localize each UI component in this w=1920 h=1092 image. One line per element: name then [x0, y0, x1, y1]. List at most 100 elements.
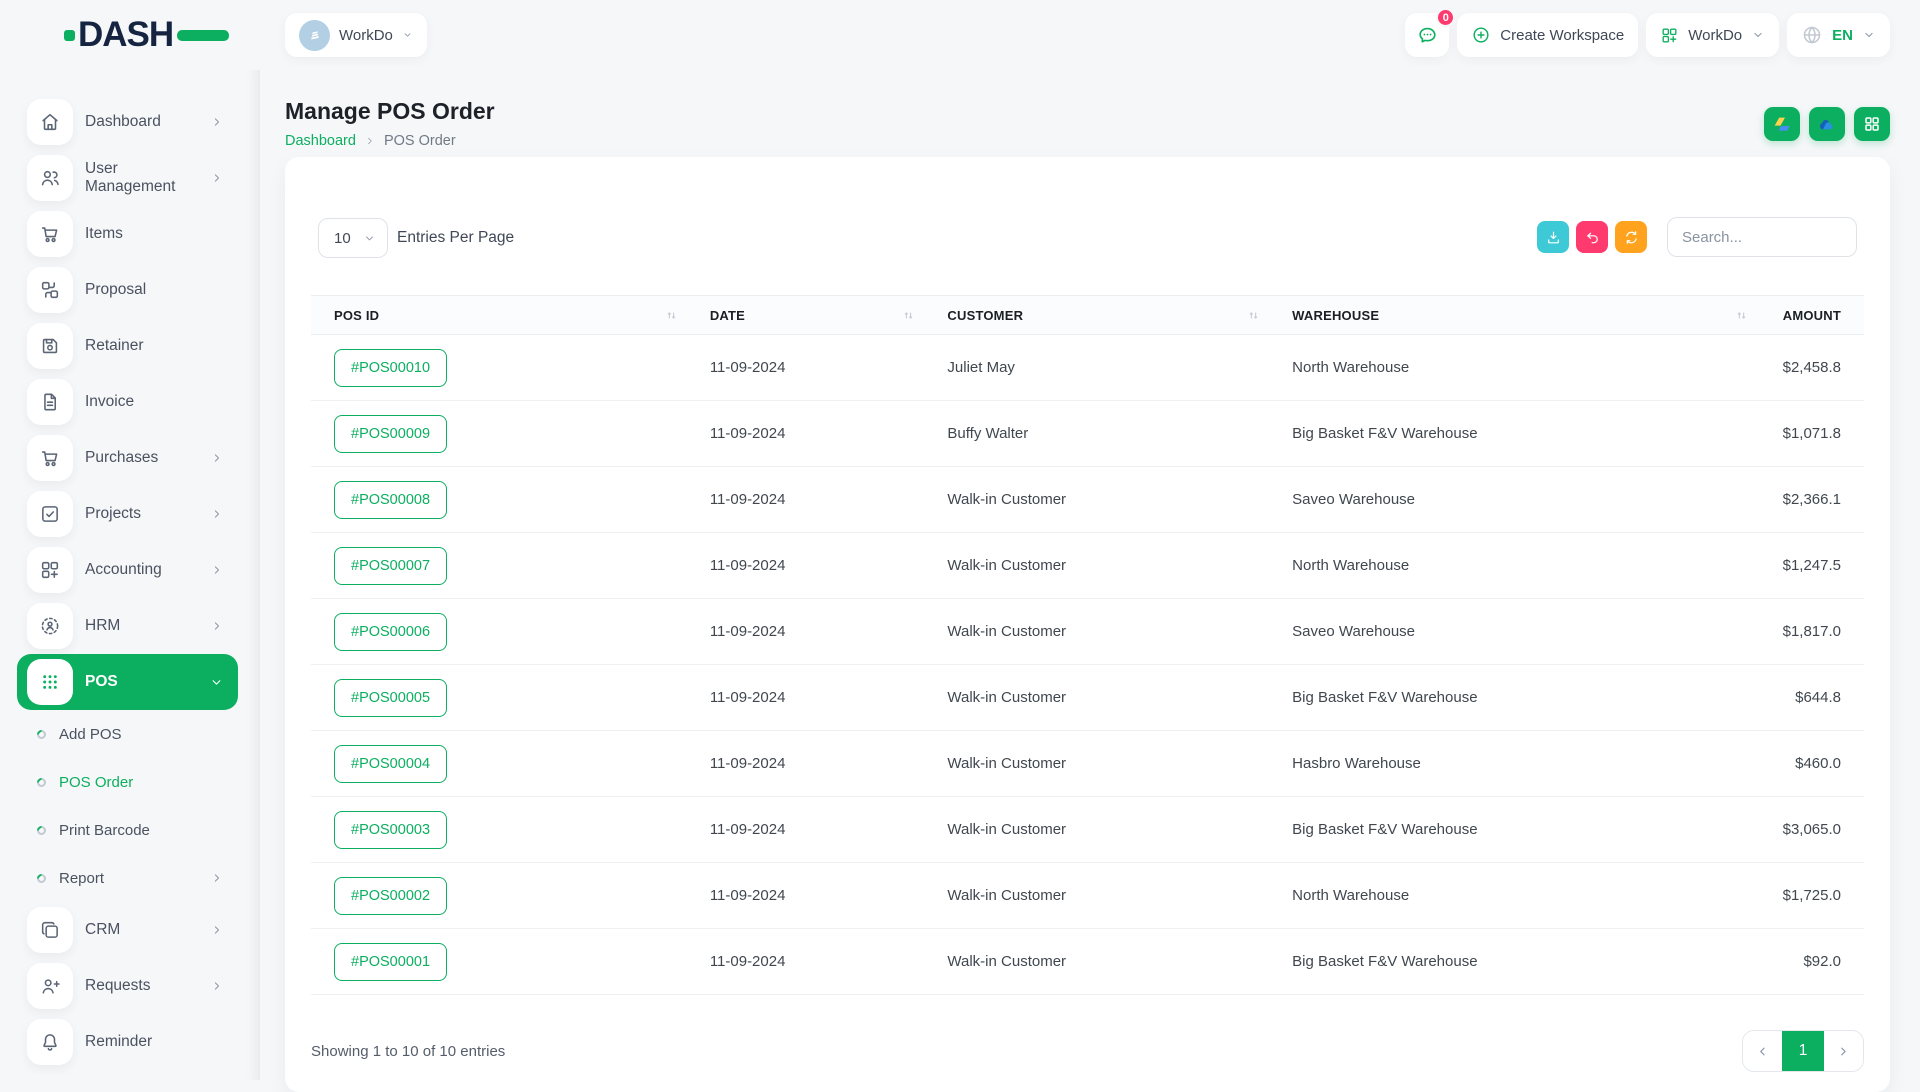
pos-id-cell: #POS00002	[311, 877, 687, 915]
user-plus-icon	[27, 963, 73, 1009]
chat-icon	[1416, 24, 1439, 47]
sidebar-item-invoice[interactable]: Invoice	[17, 374, 238, 430]
chevron-down-icon	[363, 232, 376, 245]
pos-id-cell: #POS00003	[311, 811, 687, 849]
pos-id-badge[interactable]: #POS00006	[334, 613, 447, 651]
pagination-next-button[interactable]	[1824, 1031, 1863, 1071]
onedrive-icon	[1817, 114, 1837, 134]
sort-icon	[1246, 308, 1261, 323]
column-header-warehouse[interactable]: WAREHOUSE	[1269, 296, 1757, 334]
refresh-button[interactable]	[1615, 221, 1647, 253]
pos-id-badge[interactable]: #POS00001	[334, 943, 447, 981]
undo-button[interactable]	[1576, 221, 1608, 253]
date-cell: 11-09-2024	[687, 887, 925, 904]
app-switcher-label: WorkDo	[1688, 27, 1742, 44]
home-icon	[27, 99, 73, 145]
pos-id-cell: #POS00009	[311, 415, 687, 453]
sidebar-subitem-pos-order[interactable]: POS Order	[17, 758, 238, 806]
google-drive-button[interactable]	[1764, 107, 1800, 141]
pagination-prev-button[interactable]	[1743, 1031, 1782, 1071]
globe-icon	[1801, 24, 1823, 46]
column-header-label: POS ID	[334, 308, 379, 323]
chevron-left-icon	[1755, 1044, 1770, 1059]
column-header-label: AMOUNT	[1783, 308, 1841, 323]
grid-plus-icon	[1660, 26, 1679, 45]
sidebar-item-user-management[interactable]: User Management	[17, 150, 238, 206]
pos-id-badge[interactable]: #POS00007	[334, 547, 447, 585]
table-row: #POS0000511-09-2024Walk-in CustomerBig B…	[311, 665, 1864, 731]
search-input[interactable]	[1667, 217, 1857, 257]
column-header-label: WAREHOUSE	[1292, 308, 1379, 323]
sidebar-item-projects[interactable]: Projects	[17, 486, 238, 542]
date-cell: 11-09-2024	[687, 755, 925, 772]
retainer-icon	[27, 323, 73, 369]
sidebar-subitem-add-pos[interactable]: Add POS	[17, 710, 238, 758]
messages-button[interactable]: 0	[1405, 13, 1449, 57]
sidebar-item-items[interactable]: Items	[17, 206, 238, 262]
date-cell: 11-09-2024	[687, 557, 925, 574]
chevron-right-icon	[210, 979, 224, 993]
amount-cell: $3,065.0	[1757, 821, 1864, 838]
entries-per-page-select[interactable]: 10	[318, 218, 388, 258]
pos-id-cell: #POS00004	[311, 745, 687, 783]
column-header-pos-id[interactable]: POS ID	[311, 296, 687, 334]
chevron-right-icon	[210, 507, 224, 521]
create-workspace-button[interactable]: Create Workspace	[1457, 13, 1638, 57]
customer-cell: Walk-in Customer	[924, 623, 1269, 640]
sidebar-submenu-pos: Add POS POS Order Print BarcodeReport	[17, 710, 238, 902]
pos-id-badge[interactable]: #POS00003	[334, 811, 447, 849]
sidebar-item-crm[interactable]: CRM	[17, 902, 238, 958]
table-body: #POS0001011-09-2024Juliet MayNorth Wareh…	[311, 335, 1864, 995]
sidebar-item-hrm[interactable]: HRM	[17, 598, 238, 654]
breadcrumb-dashboard-link[interactable]: Dashboard	[285, 133, 356, 149]
card-footer: Showing 1 to 10 of 10 entries 1	[311, 1030, 1864, 1072]
column-header-customer[interactable]: CUSTOMER	[924, 296, 1269, 334]
sidebar-item-label: User Management	[85, 160, 198, 196]
pos-order-card: 10 Entries Per Page POS IDDATECUSTOMERWA…	[285, 157, 1890, 1092]
chevron-down-icon	[1751, 28, 1765, 42]
pos-id-badge[interactable]: #POS00010	[334, 349, 447, 387]
sidebar-subitem-label: POS Order	[59, 774, 238, 791]
pos-id-badge[interactable]: #POS00008	[334, 481, 447, 519]
sidebar-item-label: Accounting	[85, 561, 198, 579]
sidebar-item-reminder[interactable]: Reminder	[17, 1014, 238, 1070]
sidebar-item-accounting[interactable]: Accounting	[17, 542, 238, 598]
topbar: DASH WorkDo 0	[0, 0, 1920, 70]
table-row: #POS0000611-09-2024Walk-in CustomerSaveo…	[311, 599, 1864, 665]
sidebar-item-label: Proposal	[85, 281, 224, 299]
projects-icon	[27, 491, 73, 537]
sidebar-item-label: Purchases	[85, 449, 198, 467]
pos-id-badge[interactable]: #POS00005	[334, 679, 447, 717]
language-dropdown[interactable]: EN	[1787, 13, 1890, 57]
sidebar-item-purchases[interactable]: Purchases	[17, 430, 238, 486]
undo-icon	[1584, 229, 1601, 246]
sidebar-item-pos[interactable]: POS	[17, 654, 238, 710]
pos-id-badge[interactable]: #POS00009	[334, 415, 447, 453]
amount-cell: $644.8	[1757, 689, 1864, 706]
quick-actions	[1764, 107, 1890, 141]
pos-id-badge[interactable]: #POS00002	[334, 877, 447, 915]
download-button[interactable]	[1537, 221, 1569, 253]
crm-icon	[27, 907, 73, 953]
sidebar-item-retainer[interactable]: Retainer	[17, 318, 238, 374]
grid-button[interactable]	[1854, 107, 1890, 141]
sidebar-item-label: POS	[85, 673, 197, 691]
sidebar: Dashboard User Management Items Proposal Ret…	[0, 70, 260, 1080]
brand-logo: DASH	[64, 17, 229, 53]
building-icon	[306, 26, 324, 44]
sidebar-item-label: Items	[85, 225, 224, 243]
workspace-selector[interactable]: WorkDo	[285, 13, 427, 57]
sidebar-item-proposal[interactable]: Proposal	[17, 262, 238, 318]
onedrive-button[interactable]	[1809, 107, 1845, 141]
sidebar-subitem-print-barcode[interactable]: Print Barcode	[17, 806, 238, 854]
app-switcher-dropdown[interactable]: WorkDo	[1646, 13, 1779, 57]
table-row: #POS0001011-09-2024Juliet MayNorth Wareh…	[311, 335, 1864, 401]
column-header-date[interactable]: DATE	[687, 296, 925, 334]
pos-id-badge[interactable]: #POS00004	[334, 745, 447, 783]
sidebar-subitem-report[interactable]: Report	[17, 854, 238, 902]
submenu-bullet-icon	[35, 776, 48, 789]
sort-icon	[1734, 308, 1749, 323]
sidebar-item-dashboard[interactable]: Dashboard	[17, 94, 238, 150]
sidebar-item-requests[interactable]: Requests	[17, 958, 238, 1014]
pagination-page-1[interactable]: 1	[1782, 1031, 1824, 1071]
